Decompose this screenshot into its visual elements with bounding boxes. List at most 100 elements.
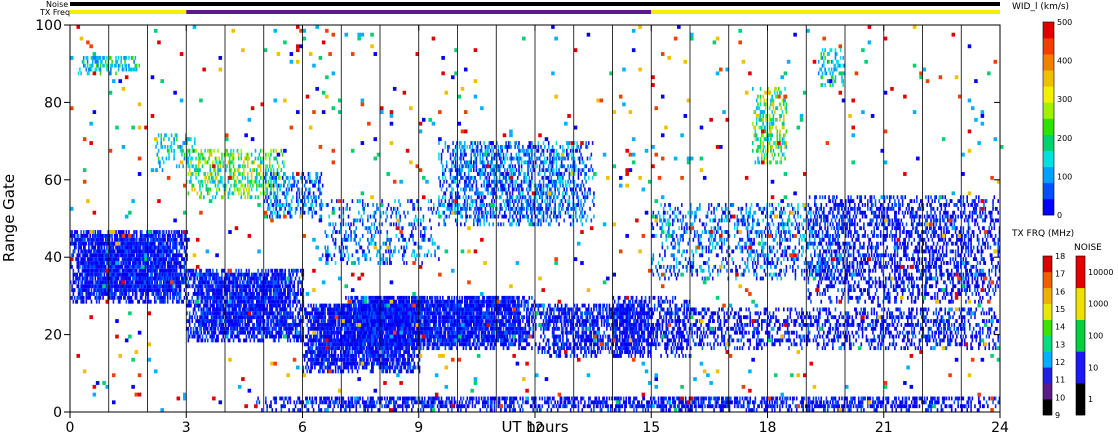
echo-cell (279, 284, 281, 289)
echo-cell (194, 315, 196, 320)
echo-cell (244, 319, 246, 323)
echo-cell (408, 299, 411, 304)
echo-cell (222, 315, 225, 320)
echo-cell (289, 299, 292, 304)
echo-cell (408, 334, 411, 339)
echo-cell (330, 334, 333, 339)
echo-cell (192, 284, 195, 289)
echo-cell (221, 272, 223, 277)
echo-cell (306, 334, 308, 339)
echo-cell (194, 288, 196, 293)
echo-cell (350, 303, 352, 308)
echo-cell (347, 369, 350, 374)
echo-cell (351, 342, 354, 347)
echo-cell (112, 245, 115, 250)
echo-cell (215, 319, 218, 323)
echo-cell (203, 307, 205, 312)
echo-cell (175, 268, 178, 273)
echo-cell (192, 268, 195, 273)
echo-cell (306, 322, 308, 327)
echo-cell (102, 237, 104, 242)
echo-cell (442, 295, 444, 300)
echo-cell (387, 350, 390, 354)
echo-cell (77, 233, 80, 238)
echo-cell (164, 264, 166, 269)
echo-cell (90, 299, 93, 304)
echo-cell (228, 276, 231, 281)
echo-cell (132, 280, 134, 285)
echo-cell (155, 299, 157, 304)
echo-cell (403, 342, 405, 347)
echo-cell (80, 245, 82, 250)
echo-cell (391, 319, 394, 323)
echo-cell (258, 292, 261, 296)
echo-cell (281, 284, 284, 289)
echo-cell (356, 295, 359, 300)
echo-cell (181, 230, 183, 234)
echo-cell (215, 322, 218, 327)
echo-cell (256, 272, 258, 277)
echo-cell (122, 230, 125, 234)
echo-cell (175, 264, 178, 269)
echo-cell (257, 280, 259, 285)
echo-cell (164, 233, 166, 238)
echo-cell (125, 230, 128, 234)
echo-cell (236, 326, 239, 331)
echo-cell (453, 315, 456, 320)
echo-cell (250, 319, 253, 323)
echo-cell (253, 284, 256, 289)
echo-cell (292, 303, 294, 308)
echo-cell (188, 319, 191, 323)
echo-cell (427, 346, 430, 351)
echo-cell (240, 303, 243, 308)
echo-cell (347, 365, 350, 370)
echo-cell (396, 365, 399, 370)
echo-cell (296, 303, 298, 308)
echo-cell (444, 322, 447, 327)
echo-cell (206, 326, 209, 331)
echo-cell (426, 295, 429, 300)
echo-cell (194, 307, 196, 312)
echo-cell (150, 257, 152, 262)
echo-cell (237, 268, 240, 273)
echo-cell (266, 334, 268, 339)
echo-cell (288, 334, 290, 339)
echo-cell (89, 233, 91, 238)
echo-cell (150, 299, 152, 304)
echo-cell (385, 319, 387, 323)
echo-cell (458, 295, 461, 300)
echo-cell (197, 330, 200, 335)
echo-cell (289, 338, 292, 343)
echo-cell (73, 249, 76, 254)
echo-cell (208, 292, 210, 296)
echo-cell (234, 272, 236, 277)
echo-cell (351, 350, 354, 354)
echo-cell (181, 272, 183, 277)
echo-cell (285, 307, 288, 312)
echo-cell (389, 361, 391, 366)
echo-cell (280, 334, 283, 339)
echo-cell (164, 299, 166, 304)
echo-cell (294, 315, 297, 320)
echo-cell (427, 299, 430, 304)
echo-cell (430, 307, 432, 312)
echo-cell (113, 295, 116, 300)
echo-cell (208, 330, 210, 335)
echo-cell (374, 342, 377, 347)
echo-cell (112, 299, 115, 304)
echo-cell (132, 299, 134, 304)
echo-cell (175, 249, 178, 254)
echo-cell (279, 303, 281, 308)
echo-cell (359, 319, 361, 323)
echo-cell (444, 330, 447, 335)
echo-cell (315, 342, 318, 347)
echo-cell (352, 330, 355, 335)
echo-cell (290, 280, 293, 285)
echo-cell (90, 288, 93, 293)
echo-cell (463, 330, 466, 335)
echo-cell (396, 303, 399, 308)
echo-cell (290, 288, 293, 293)
echo-cell (272, 319, 275, 323)
echo-cell (199, 303, 201, 308)
echo-cell (409, 315, 412, 320)
